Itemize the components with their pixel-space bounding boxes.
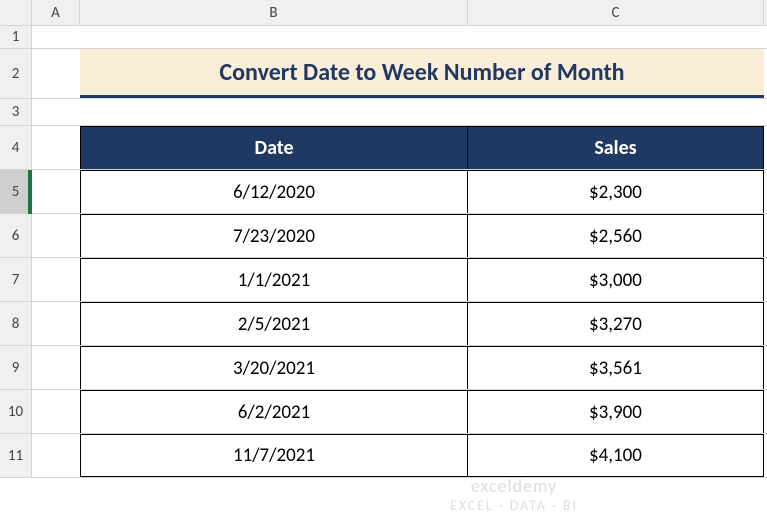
title-cell[interactable]: Convert Date to Week Number of Month <box>80 49 764 98</box>
watermark-line2: EXCEL · DATA · BI <box>450 497 578 514</box>
cell-date-1[interactable]: 7/23/2020 <box>80 214 468 257</box>
row-1: 1 <box>0 26 767 49</box>
cell-B1[interactable] <box>80 26 468 48</box>
header-date[interactable]: Date <box>80 126 468 169</box>
row-5: 5 6/12/2020 $2,300 <box>0 170 767 214</box>
row-header-8[interactable]: 8 <box>0 302 32 345</box>
watermark-line1: exceldemy <box>471 475 557 497</box>
cell-sales-0[interactable]: $2,300 <box>468 170 764 213</box>
cell-B3[interactable] <box>80 99 468 125</box>
cell-A1[interactable] <box>32 26 80 48</box>
cell-A5[interactable] <box>32 170 80 213</box>
cell-A2[interactable] <box>32 49 80 98</box>
row-header-7[interactable]: 7 <box>0 258 32 301</box>
cell-date-6[interactable]: 11/7/2021 <box>80 434 468 477</box>
cell-A7[interactable] <box>32 258 80 301</box>
row-3: 3 <box>0 99 767 126</box>
cell-A4[interactable] <box>32 126 80 169</box>
cell-C3[interactable] <box>468 99 764 125</box>
cell-date-3[interactable]: 2/5/2021 <box>80 302 468 345</box>
row-header-2[interactable]: 2 <box>0 49 32 98</box>
cell-A9[interactable] <box>32 346 80 389</box>
cell-sales-6[interactable]: $4,100 <box>468 434 764 477</box>
row-header-3[interactable]: 3 <box>0 99 32 125</box>
row-7: 7 1/1/2021 $3,000 <box>0 258 767 302</box>
cell-A3[interactable] <box>32 99 80 125</box>
row-selection-indicator <box>28 170 32 214</box>
row-6: 6 7/23/2020 $2,560 <box>0 214 767 258</box>
cell-sales-4[interactable]: $3,561 <box>468 346 764 389</box>
cell-sales-1[interactable]: $2,560 <box>468 214 764 257</box>
row-header-9[interactable]: 9 <box>0 346 32 389</box>
watermark: exceldemy EXCEL · DATA · BI <box>450 475 578 514</box>
cell-C1[interactable] <box>468 26 764 48</box>
column-header-row: A B C <box>0 0 767 26</box>
select-all-corner[interactable] <box>0 0 32 25</box>
col-header-B[interactable]: B <box>80 0 468 25</box>
col-header-C[interactable]: C <box>468 0 764 25</box>
row-11: 11 11/7/2021 $4,100 <box>0 434 767 478</box>
cell-date-4[interactable]: 3/20/2021 <box>80 346 468 389</box>
row-header-11[interactable]: 11 <box>0 434 32 477</box>
row-8: 8 2/5/2021 $3,270 <box>0 302 767 346</box>
cell-A10[interactable] <box>32 390 80 433</box>
cell-A11[interactable] <box>32 434 80 477</box>
header-sales[interactable]: Sales <box>468 126 764 169</box>
row-10: 10 6/2/2021 $3,900 <box>0 390 767 434</box>
row-4: 4 Date Sales <box>0 126 767 170</box>
cell-sales-3[interactable]: $3,270 <box>468 302 764 345</box>
cell-date-5[interactable]: 6/2/2021 <box>80 390 468 433</box>
row-header-1[interactable]: 1 <box>0 26 32 48</box>
col-header-A[interactable]: A <box>32 0 80 25</box>
cell-sales-2[interactable]: $3,000 <box>468 258 764 301</box>
cell-sales-5[interactable]: $3,900 <box>468 390 764 433</box>
cell-A8[interactable] <box>32 302 80 345</box>
row-header-4[interactable]: 4 <box>0 126 32 169</box>
cell-A6[interactable] <box>32 214 80 257</box>
spreadsheet: A B C 1 2 Convert Date to Week Number of… <box>0 0 767 526</box>
cell-date-2[interactable]: 1/1/2021 <box>80 258 468 301</box>
row-header-10[interactable]: 10 <box>0 390 32 433</box>
row-9: 9 3/20/2021 $3,561 <box>0 346 767 390</box>
row-header-6[interactable]: 6 <box>0 214 32 257</box>
row-2: 2 Convert Date to Week Number of Month <box>0 49 767 99</box>
cell-date-0[interactable]: 6/12/2020 <box>80 170 468 213</box>
